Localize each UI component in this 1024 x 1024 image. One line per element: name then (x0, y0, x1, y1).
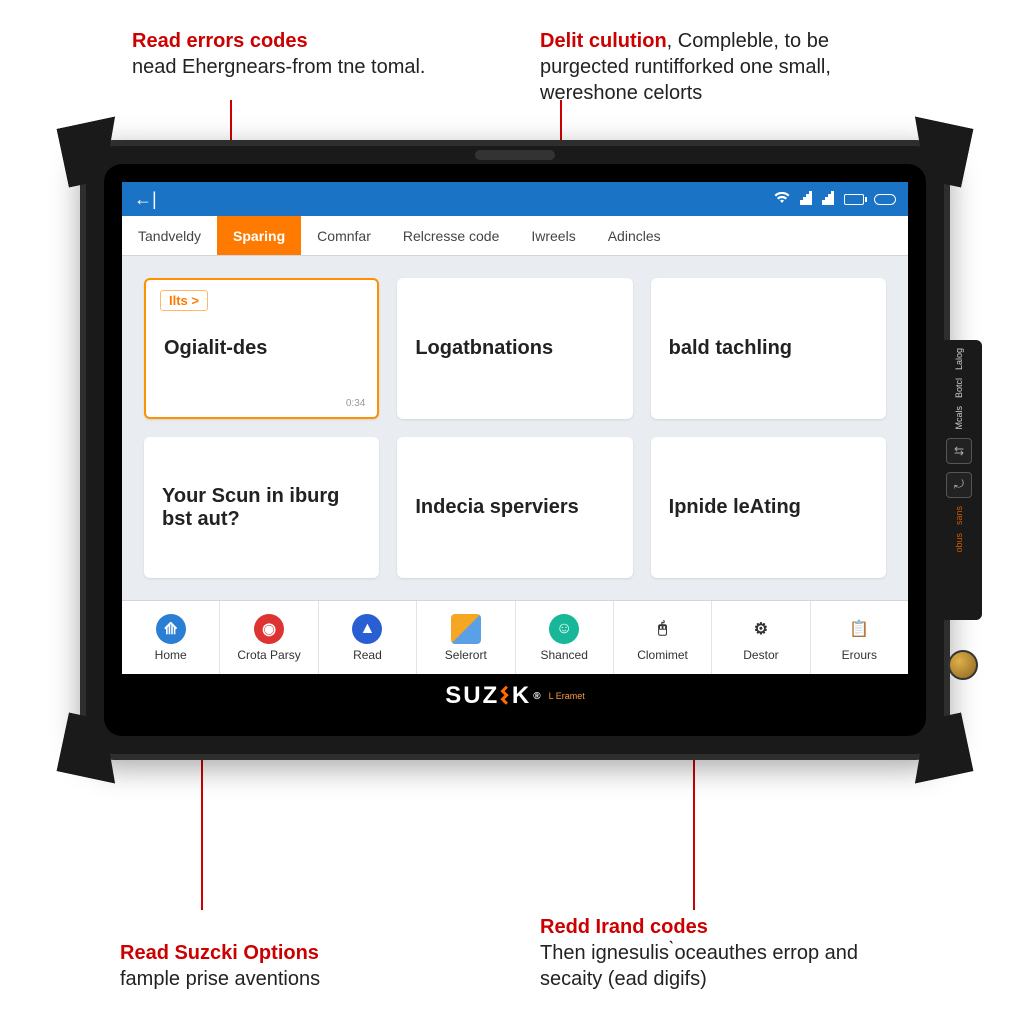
home-icon: ⟰ (156, 614, 186, 644)
side-red-label: obus (954, 533, 964, 553)
tool-shanced[interactable]: ☺ Shanced (516, 601, 614, 674)
tile-indecia[interactable]: Indecia sperviers (397, 437, 632, 578)
front-camera (475, 150, 555, 160)
wifi-icon (774, 191, 790, 207)
screen: ←| Tandveldy Sparing Comnfar Relcresse c… (122, 182, 908, 718)
battery-icon (844, 194, 864, 205)
brand-bar: SUZ𐌔K® L Eramet (122, 674, 908, 718)
tool-selerort[interactable]: Selerort (417, 601, 515, 674)
tab-comnfar[interactable]: Comnfar (301, 216, 387, 255)
side-label: Lalog (954, 348, 964, 370)
selerort-icon (451, 614, 481, 644)
read-icon: ▲ (352, 614, 382, 644)
side-label: Botcl (954, 378, 964, 398)
pill-icon (874, 194, 896, 205)
callout-headline: Read Suzcki Options (120, 942, 319, 964)
erours-icon: 📋 (844, 614, 874, 644)
status-icons (774, 191, 896, 208)
tool-read[interactable]: ▲ Read (319, 601, 417, 674)
callout-body: fample prise aventions (120, 968, 320, 990)
flame-icon: 𐌔 (499, 682, 512, 711)
side-red-label: sans (954, 506, 964, 525)
side-label: Mcals (954, 406, 964, 430)
tile-label: Ipnide leAting (669, 496, 868, 519)
destor-icon: ⚙ (746, 614, 776, 644)
callout-headline: Delit culution (540, 30, 667, 52)
tab-iwreels[interactable]: Iwreels (515, 216, 591, 255)
tab-bar: Tandveldy Sparing Comnfar Relcresse code… (122, 216, 908, 256)
status-bar: ←| (122, 182, 908, 216)
callout-headline: Redd Irand codes (540, 916, 708, 938)
callout-redd-irand: Redd Irand codes Then ignesulis ̀oceauth… (540, 914, 900, 992)
tool-label: Destor (743, 648, 778, 662)
tile-label: Your Scun in iburg bst aut? (162, 485, 361, 531)
tab-tandveldy[interactable]: Tandveldy (122, 216, 217, 255)
tab-relcresse[interactable]: Relcresse code (387, 216, 516, 255)
brand-right: K (512, 682, 531, 710)
tile-badge: Ilts > (160, 290, 208, 311)
tile-grid: Ilts > Ogialit-des 0:34 Logatbnations ba… (122, 256, 908, 600)
tool-destor[interactable]: ⚙ Destor (712, 601, 810, 674)
tile-logatbnations[interactable]: Logatbnations (397, 278, 632, 419)
tab-adincles[interactable]: Adincles (592, 216, 677, 255)
callout-headline: Read errors codes (132, 30, 308, 52)
antenna-knob[interactable] (948, 650, 978, 680)
tool-label: Selerort (445, 648, 487, 662)
reg-mark: ® (533, 691, 542, 702)
side-control-module: Lalog Botcl Mcals ⇆ ⤾ sans obus (936, 340, 982, 620)
callout-read-suzcki: Read Suzcki Options fample prise aventio… (120, 940, 320, 992)
tile-label: Indecia sperviers (415, 496, 614, 519)
tile-time: 0:34 (346, 398, 365, 409)
tool-erours[interactable]: 📋 Erours (811, 601, 908, 674)
tool-crota-parsy[interactable]: ◉ Crota Parsy (220, 601, 318, 674)
tile-label: Ogialit-des (164, 337, 359, 360)
side-button-sync[interactable]: ⇆ (946, 438, 972, 464)
tile-your-scun[interactable]: Your Scun in iburg bst aut? (144, 437, 379, 578)
tool-label: Erours (842, 648, 877, 662)
tab-sparing[interactable]: Sparing (217, 216, 301, 255)
back-button[interactable]: ←| (134, 189, 157, 210)
bottom-toolbar: ⟰ Home ◉ Crota Parsy ▲ Read Selerort ☺ (122, 600, 908, 674)
tool-label: Home (155, 648, 187, 662)
diagnostic-tablet: Lalog Botcl Mcals ⇆ ⤾ sans obus ←| (80, 140, 950, 760)
signal-icon (800, 191, 812, 208)
tile-ipnide[interactable]: Ipnide leAting (651, 437, 886, 578)
clomimet-icon: 🖰 (648, 614, 678, 644)
tool-label: Shanced (541, 648, 588, 662)
tool-home[interactable]: ⟰ Home (122, 601, 220, 674)
callout-read-errors: Read errors codes nead Ehergnears-from t… (132, 28, 426, 80)
stop-icon: ◉ (254, 614, 284, 644)
tile-ogialit-des[interactable]: Ilts > Ogialit-des 0:34 (144, 278, 379, 419)
tile-bald-tachling[interactable]: bald tachling (651, 278, 886, 419)
callout-delit-culution: Delit culution, Compleble, to be purgect… (540, 28, 900, 106)
brand-left: SUZ (445, 682, 499, 710)
tool-clomimet[interactable]: 🖰 Clomimet (614, 601, 712, 674)
side-button-undo[interactable]: ⤾ (946, 472, 972, 498)
shanced-icon: ☺ (549, 614, 579, 644)
brand-tagline: L Eramet (549, 691, 585, 701)
signal-icon-2 (822, 191, 834, 208)
screen-bezel: ←| Tandveldy Sparing Comnfar Relcresse c… (104, 164, 926, 736)
tile-label: Logatbnations (415, 337, 614, 360)
callout-body: nead Ehergnears-from tne tomal. (132, 56, 426, 78)
tool-label: Read (353, 648, 382, 662)
tile-label: bald tachling (669, 337, 868, 360)
callout-body: Then ignesulis ̀oceauthes errop and seca… (540, 942, 858, 990)
tool-label: Clomimet (637, 648, 688, 662)
tool-label: Crota Parsy (237, 648, 300, 662)
